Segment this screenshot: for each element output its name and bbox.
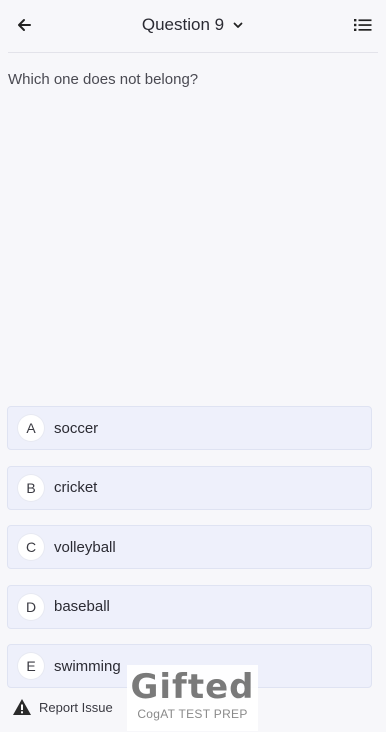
option-b[interactable]: B cricket xyxy=(7,465,372,510)
option-c[interactable]: C volleyball xyxy=(7,525,372,569)
option-letter: C xyxy=(18,534,44,560)
warning-icon xyxy=(13,699,31,715)
report-issue-label: Report Issue xyxy=(39,699,113,715)
question-list-button[interactable] xyxy=(352,14,374,36)
option-label: swimming xyxy=(54,657,121,675)
option-d[interactable]: D baseball xyxy=(7,584,372,629)
list-icon xyxy=(354,19,372,31)
top-bar: Question 9 xyxy=(0,0,386,52)
watermark-logo-text: Gifted xyxy=(130,667,255,707)
option-a[interactable]: A soccer xyxy=(7,406,372,450)
watermark-logo: Gifted CogAT TEST PREP xyxy=(127,665,258,731)
chevron-down-icon xyxy=(233,22,243,28)
option-letter: D xyxy=(18,593,44,620)
option-label: baseball xyxy=(54,598,110,615)
page-title: Question 9 xyxy=(141,15,225,34)
option-label: cricket xyxy=(54,479,98,496)
question-text: Which one does not belong? xyxy=(8,71,199,88)
option-label: volleyball xyxy=(54,538,116,556)
option-letter: B xyxy=(18,474,44,501)
header-divider xyxy=(8,52,378,53)
question-selector[interactable]: Question 9 xyxy=(0,12,386,38)
watermark-subtitle: CogAT TEST PREP xyxy=(137,707,248,721)
option-letter: E xyxy=(18,653,44,679)
report-issue-button[interactable]: Report Issue xyxy=(12,697,113,717)
option-letter: A xyxy=(18,415,44,441)
answer-options: A soccer B cricket C volleyball D baseba… xyxy=(7,406,372,704)
option-label: soccer xyxy=(54,419,99,437)
